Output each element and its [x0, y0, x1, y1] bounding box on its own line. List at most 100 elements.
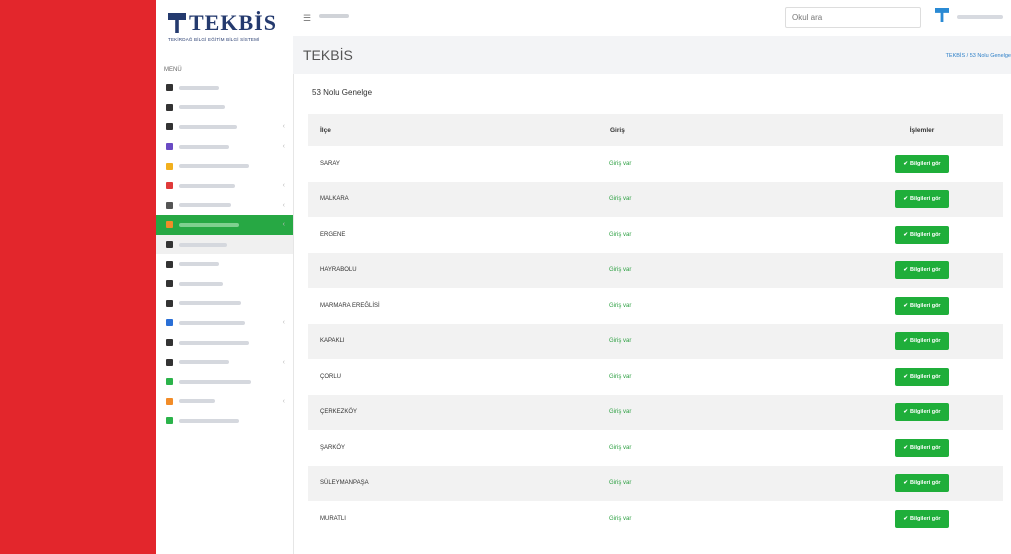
sidebar-item-13[interactable] — [156, 333, 293, 353]
table-row: ERGENE Giriş var ✔ Bilgileri gör — [308, 217, 1003, 253]
sidebar-item-4[interactable] — [156, 156, 293, 176]
check-icon: ✔ — [903, 338, 909, 345]
sidebar-item-17[interactable] — [156, 411, 293, 431]
user-name[interactable] — [957, 15, 1003, 19]
table-row: MALKARA Giriş var ✔ Bilgileri gör — [308, 181, 1003, 217]
hamburger-icon[interactable]: ☰ — [303, 13, 311, 24]
district-name: ÇERKEZKÖY — [308, 394, 609, 430]
chat-icon — [166, 123, 173, 131]
chevron-icon: ‹ — [282, 123, 285, 131]
breadcrumb[interactable]: TEKBİS / 53 Nolu Genelge — [946, 53, 1011, 59]
sidebar-item-label — [179, 124, 237, 129]
copy-icon — [166, 299, 173, 307]
view-details-button[interactable]: ✔ Bilgileri gör — [895, 403, 949, 422]
sidebar-item-label — [179, 399, 215, 404]
actions-cell: ✔ Bilgileri gör — [841, 181, 1003, 217]
view-details-label: Bilgileri gör — [910, 409, 941, 416]
layers-icon — [166, 319, 173, 327]
view-details-button[interactable]: ✔ Bilgileri gör — [895, 261, 949, 280]
view-details-button[interactable]: ✔ Bilgileri gör — [895, 190, 949, 209]
logo-mark-icon — [168, 13, 186, 33]
user-icon — [166, 103, 173, 111]
table-row: MARMARA EREĞLİSİ Giriş var ✔ Bilgileri gör — [308, 288, 1003, 324]
sidebar-item-12[interactable]: ‹ — [156, 313, 293, 333]
actions-cell: ✔ Bilgileri gör — [841, 323, 1003, 359]
sidebar-item-6[interactable]: ‹ — [156, 196, 293, 216]
entry-status: Giriş var — [609, 196, 632, 203]
sidebar-item-9[interactable] — [156, 254, 293, 274]
check-icon: ✔ — [903, 267, 909, 274]
column-header-ilce: İlçe — [308, 114, 609, 146]
page-header: TEKBİS TEKBİS / 53 Nolu Genelge — [293, 36, 1011, 74]
sidebar-item-label — [179, 301, 241, 306]
sidebar-item-5[interactable]: ‹ — [156, 176, 293, 196]
check-icon: ✔ — [903, 373, 909, 380]
logo[interactable]: TEKBİS TEKİRDAĞ BİLGİ EĞİTİM BİLGİ SİSTE… — [168, 10, 280, 50]
district-name: MURATLI — [320, 515, 346, 522]
column-header-giris: Giriş — [609, 114, 841, 146]
table-row: ÇERKEZKÖY Giriş var ✔ Bilgileri gör — [308, 394, 1003, 430]
sidebar-item-11[interactable] — [156, 294, 293, 314]
entry-status: Giriş var — [609, 515, 632, 522]
view-details-label: Bilgileri gör — [910, 267, 941, 274]
entry-status-cell: Giriş var — [609, 288, 841, 324]
sidebar-item-15[interactable] — [156, 372, 293, 392]
view-details-button[interactable]: ✔ Bilgileri gör — [895, 154, 949, 173]
topbar-link[interactable] — [319, 14, 349, 18]
entry-status-cell: Giriş var — [609, 323, 841, 359]
sidebar-item-3[interactable]: ‹ — [156, 137, 293, 157]
column-header-islemler: İşlemler — [841, 114, 1003, 146]
sidebar-item-label — [179, 340, 249, 345]
entry-status: Giriş var — [609, 231, 632, 238]
view-details-button[interactable]: ✔ Bilgileri gör — [895, 438, 949, 457]
district-name: MARMARA EREĞLİSİ — [320, 302, 380, 309]
view-details-label: Bilgileri gör — [910, 302, 941, 309]
share-icon — [166, 358, 173, 366]
search-input[interactable] — [785, 7, 921, 28]
actions-cell: ✔ Bilgileri gör — [841, 394, 1003, 430]
district-name: HAYRABOLU — [308, 252, 609, 288]
user-logo-icon[interactable] — [935, 8, 949, 22]
sidebar-item-8[interactable] — [156, 234, 293, 255]
sidebar-item-10[interactable] — [156, 274, 293, 294]
view-details-button[interactable]: ✔ Bilgileri gör — [895, 225, 949, 244]
sidebar-item-14[interactable]: ‹ — [156, 352, 293, 372]
left-red-panel — [0, 0, 156, 554]
view-details-button[interactable]: ✔ Bilgileri gör — [895, 332, 949, 351]
entry-status: Giriş var — [609, 302, 632, 309]
home-icon — [166, 84, 173, 92]
actions-cell: ✔ Bilgileri gör — [841, 430, 1003, 466]
view-details-label: Bilgileri gör — [910, 480, 941, 487]
table-row: ŞARKÖY Giriş var ✔ Bilgileri gör — [308, 430, 1003, 466]
logo-text: TEKBİS — [189, 10, 277, 35]
sidebar-menu: ‹ ‹ ‹ ‹ ‹ ‹ ‹ ‹ — [156, 78, 293, 431]
sidebar-item-16[interactable]: ‹ — [156, 392, 293, 412]
sidebar-item-label — [179, 222, 239, 227]
view-details-button[interactable]: ✔ Bilgileri gör — [895, 474, 949, 493]
entry-status-cell: Giriş var — [609, 501, 841, 537]
check-icon: ✔ — [903, 196, 909, 203]
table-row: MURATLI Giriş var ✔ Bilgileri gör — [308, 501, 1003, 537]
sidebar-item-7[interactable]: ‹ — [156, 215, 293, 235]
chart-icon — [166, 339, 173, 347]
view-details-label: Bilgileri gör — [910, 515, 941, 522]
sidebar-item-0[interactable] — [156, 78, 293, 98]
entry-status: Giriş var — [609, 444, 632, 451]
chevron-icon: ‹ — [282, 143, 285, 151]
entry-status-cell: Giriş var — [609, 430, 841, 466]
view-details-button[interactable]: ✔ Bilgileri gör — [895, 367, 949, 386]
view-details-label: Bilgileri gör — [910, 338, 941, 345]
page-title: TEKBİS — [303, 47, 353, 63]
sidebar-item-1[interactable] — [156, 98, 293, 118]
view-details-label: Bilgileri gör — [910, 196, 941, 203]
view-details-button[interactable]: ✔ Bilgileri gör — [895, 509, 949, 528]
sidebar-item-2[interactable]: ‹ — [156, 117, 293, 137]
entry-status: Giriş var — [609, 338, 632, 345]
sidebar-item-label — [179, 418, 239, 423]
chevron-icon: ‹ — [282, 358, 285, 366]
entry-status: Giriş var — [609, 267, 632, 274]
district-name: KAPAKLI — [308, 323, 609, 359]
view-details-button[interactable]: ✔ Bilgileri gör — [895, 296, 949, 315]
topbar: ☰ — [293, 0, 1011, 37]
table-row: SARAY Giriş var ✔ Bilgileri gör — [308, 146, 1003, 182]
